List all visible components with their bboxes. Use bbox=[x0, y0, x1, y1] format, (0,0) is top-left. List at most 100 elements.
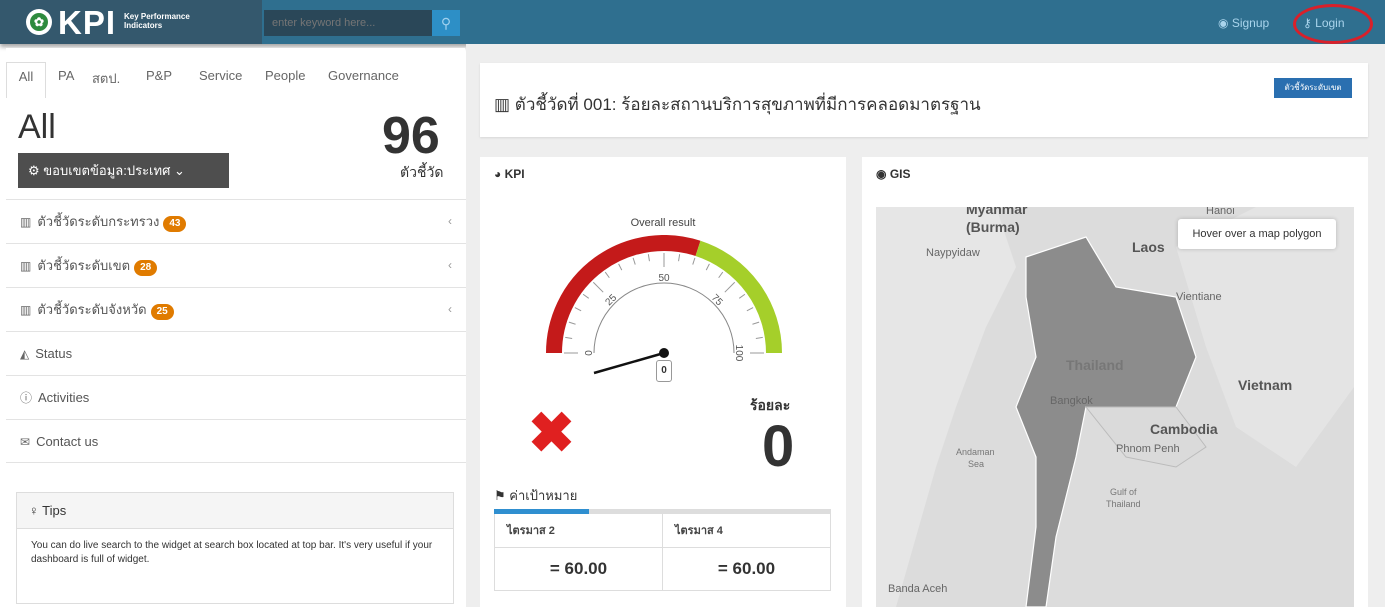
bar-chart-icon: ▥ bbox=[20, 215, 32, 229]
indicator-title: ตัวชี้วัดที่ 001: ร้อยละสถานบริการสุขภาพ… bbox=[514, 95, 981, 114]
menu-label: Status bbox=[35, 346, 73, 361]
menu-label: ตัวชี้วัดระดับจังหวัด bbox=[37, 302, 147, 317]
gauge-tick bbox=[678, 254, 681, 262]
tab-pp[interactable]: P&P bbox=[146, 68, 172, 83]
indicator-count: 96 bbox=[382, 107, 440, 165]
gauge-tick-label: 50 bbox=[658, 273, 670, 284]
chevron-left-icon: ‹ bbox=[448, 258, 452, 272]
target-quarter-header: ไตรมาส 4 bbox=[662, 514, 830, 548]
map-label: (Burma) bbox=[966, 219, 1020, 235]
menu-label: ตัวชี้วัดระดับเขต bbox=[37, 258, 131, 273]
flag-icon: ⚑ bbox=[494, 488, 506, 503]
map-label: Cambodia bbox=[1150, 421, 1218, 437]
logo-emblem-icon: ✿ bbox=[26, 9, 52, 35]
gauge-tick bbox=[647, 254, 650, 262]
gauge-title: Overall result bbox=[630, 217, 696, 229]
tab-all[interactable]: All bbox=[6, 62, 46, 98]
chevron-left-icon: ‹ bbox=[448, 302, 452, 316]
gauge-tick bbox=[592, 281, 604, 293]
gis-heading: ◉ GIS bbox=[876, 167, 911, 181]
logo-text: KPI bbox=[58, 4, 117, 41]
menu-province-indicators[interactable]: ▥ ตัวชี้วัดระดับจังหวัด 25 ‹ bbox=[6, 287, 466, 331]
target-value: = 60.00 bbox=[662, 548, 830, 590]
menu-label: Contact us bbox=[36, 434, 99, 449]
gauge-tick bbox=[752, 321, 760, 325]
logo-subtitle: Key Performance Indicators bbox=[124, 12, 190, 30]
tips-header: ♀ Tips bbox=[17, 493, 453, 529]
search-input[interactable] bbox=[264, 10, 432, 36]
map-label: Thailand bbox=[1066, 357, 1124, 373]
menu-label: Activities bbox=[38, 390, 90, 405]
menu-region-indicators[interactable]: ▥ ตัวชี้วัดระดับเขต 28 ‹ bbox=[6, 243, 466, 287]
signup-label: Signup bbox=[1231, 16, 1270, 30]
logo[interactable]: ✿ KPI Key Performance Indicators bbox=[0, 0, 262, 44]
gauge-tick bbox=[568, 321, 576, 325]
kpi-heading: ◕ KPI bbox=[494, 167, 525, 181]
scope-label: ขอบเขตข้อมูล:ประเทศ bbox=[43, 163, 171, 178]
gauge-tick bbox=[705, 263, 710, 271]
top-bar: ✿ KPI Key Performance Indicators ⚲ ◉ Sig… bbox=[0, 0, 1385, 44]
map-shapes bbox=[876, 207, 1354, 607]
gauge-tick bbox=[724, 281, 736, 293]
gauge-tick bbox=[632, 257, 636, 265]
map-label: Gulf of bbox=[1110, 487, 1137, 497]
kpi-card: ◕ KPI Overall result 0 25 50 75 100 0 ✖ ร้อย… bbox=[480, 157, 846, 607]
gauge-tick bbox=[692, 257, 696, 265]
region-indicator-button[interactable]: ตัวชี้วัดระดับเขต bbox=[1274, 78, 1352, 98]
target-progress-bar bbox=[494, 509, 589, 514]
tips-title: Tips bbox=[42, 503, 67, 518]
result-value: 0 bbox=[762, 414, 795, 479]
search-icon[interactable]: ⚲ bbox=[432, 10, 460, 36]
gauge-tick bbox=[574, 307, 582, 312]
target-table: ไตรมาส 2 ไตรมาส 4 = 60.00 = 60.00 bbox=[494, 509, 831, 591]
dashboard-icon: ◕ bbox=[494, 167, 502, 181]
target-label: ⚑ ค่าเป้าหมาย bbox=[494, 485, 577, 506]
bar-chart-icon: ▥ bbox=[20, 259, 32, 273]
tips-panel: ♀ Tips You can do live search to the wid… bbox=[16, 492, 454, 604]
map-label: Sea bbox=[968, 459, 985, 469]
target-value: = 60.00 bbox=[549, 559, 608, 578]
gauge-tick-label: 25 bbox=[603, 292, 619, 308]
map-label: Hanoi bbox=[1206, 207, 1235, 217]
chevron-down-icon: ⌄ bbox=[173, 163, 185, 178]
gis-card: ◉ GIS Myanmar (Burma) Naypyidaw Laos Han… bbox=[862, 157, 1368, 607]
fail-x-icon: ✖ bbox=[528, 401, 575, 464]
gauge-inner-arc bbox=[593, 282, 735, 354]
gis-title: GIS bbox=[889, 167, 911, 181]
tab-governance[interactable]: Governance bbox=[328, 68, 399, 83]
gauge-tick bbox=[618, 263, 623, 271]
area-chart-icon: ◭ bbox=[20, 347, 30, 361]
land-west bbox=[876, 207, 1016, 607]
category-tabs: All PA สตป. P&P Service People Governanc… bbox=[6, 48, 466, 98]
info-icon: ⓘ bbox=[20, 391, 33, 405]
count-badge: 28 bbox=[134, 260, 158, 276]
bar-chart-icon: ▥ bbox=[494, 95, 511, 114]
signup-link[interactable]: ◉ Signup bbox=[1218, 16, 1269, 30]
gauge-tick bbox=[738, 293, 746, 299]
menu-activities[interactable]: ⓘ Activities bbox=[6, 375, 466, 419]
map-label: Banda Aceh bbox=[888, 583, 948, 595]
gauge-tick bbox=[604, 271, 610, 279]
tab-pa[interactable]: PA bbox=[58, 68, 74, 83]
gauge-band bbox=[546, 235, 701, 354]
menu-ministry-indicators[interactable]: ▥ ตัวชี้วัดระดับกระทรวง 43 ‹ bbox=[6, 199, 466, 243]
sidebar: All PA สตป. P&P Service People Governanc… bbox=[6, 48, 466, 607]
tab-service[interactable]: Service bbox=[199, 68, 242, 83]
tab-people[interactable]: People bbox=[265, 68, 305, 83]
scope-dropdown-button[interactable]: ⚙ ขอบเขตข้อมูล:ประเทศ ⌄ bbox=[18, 153, 229, 188]
menu-status[interactable]: ◭ Status bbox=[6, 331, 466, 375]
login-highlight-circle bbox=[1293, 4, 1373, 44]
map-label: Bangkok bbox=[1050, 395, 1093, 407]
map-label: Vientiane bbox=[1176, 291, 1222, 303]
map-label: Myanmar bbox=[966, 207, 1028, 217]
kpi-title: KPI bbox=[504, 167, 525, 181]
indicator-count-label: ตัวชี้วัด bbox=[400, 164, 444, 180]
cambodia-shape bbox=[1084, 406, 1207, 468]
globe-icon: ◉ bbox=[876, 167, 887, 181]
tab-stp[interactable]: สตป. bbox=[92, 68, 120, 89]
menu-contact-us[interactable]: ✉ Contact us bbox=[6, 419, 466, 463]
map-label: Vietnam bbox=[1238, 377, 1293, 393]
gis-map[interactable]: Myanmar (Burma) Naypyidaw Laos Hanoi Vie… bbox=[876, 207, 1354, 607]
gauge-tick bbox=[718, 271, 724, 279]
gauge-tick-label: 75 bbox=[709, 292, 725, 308]
